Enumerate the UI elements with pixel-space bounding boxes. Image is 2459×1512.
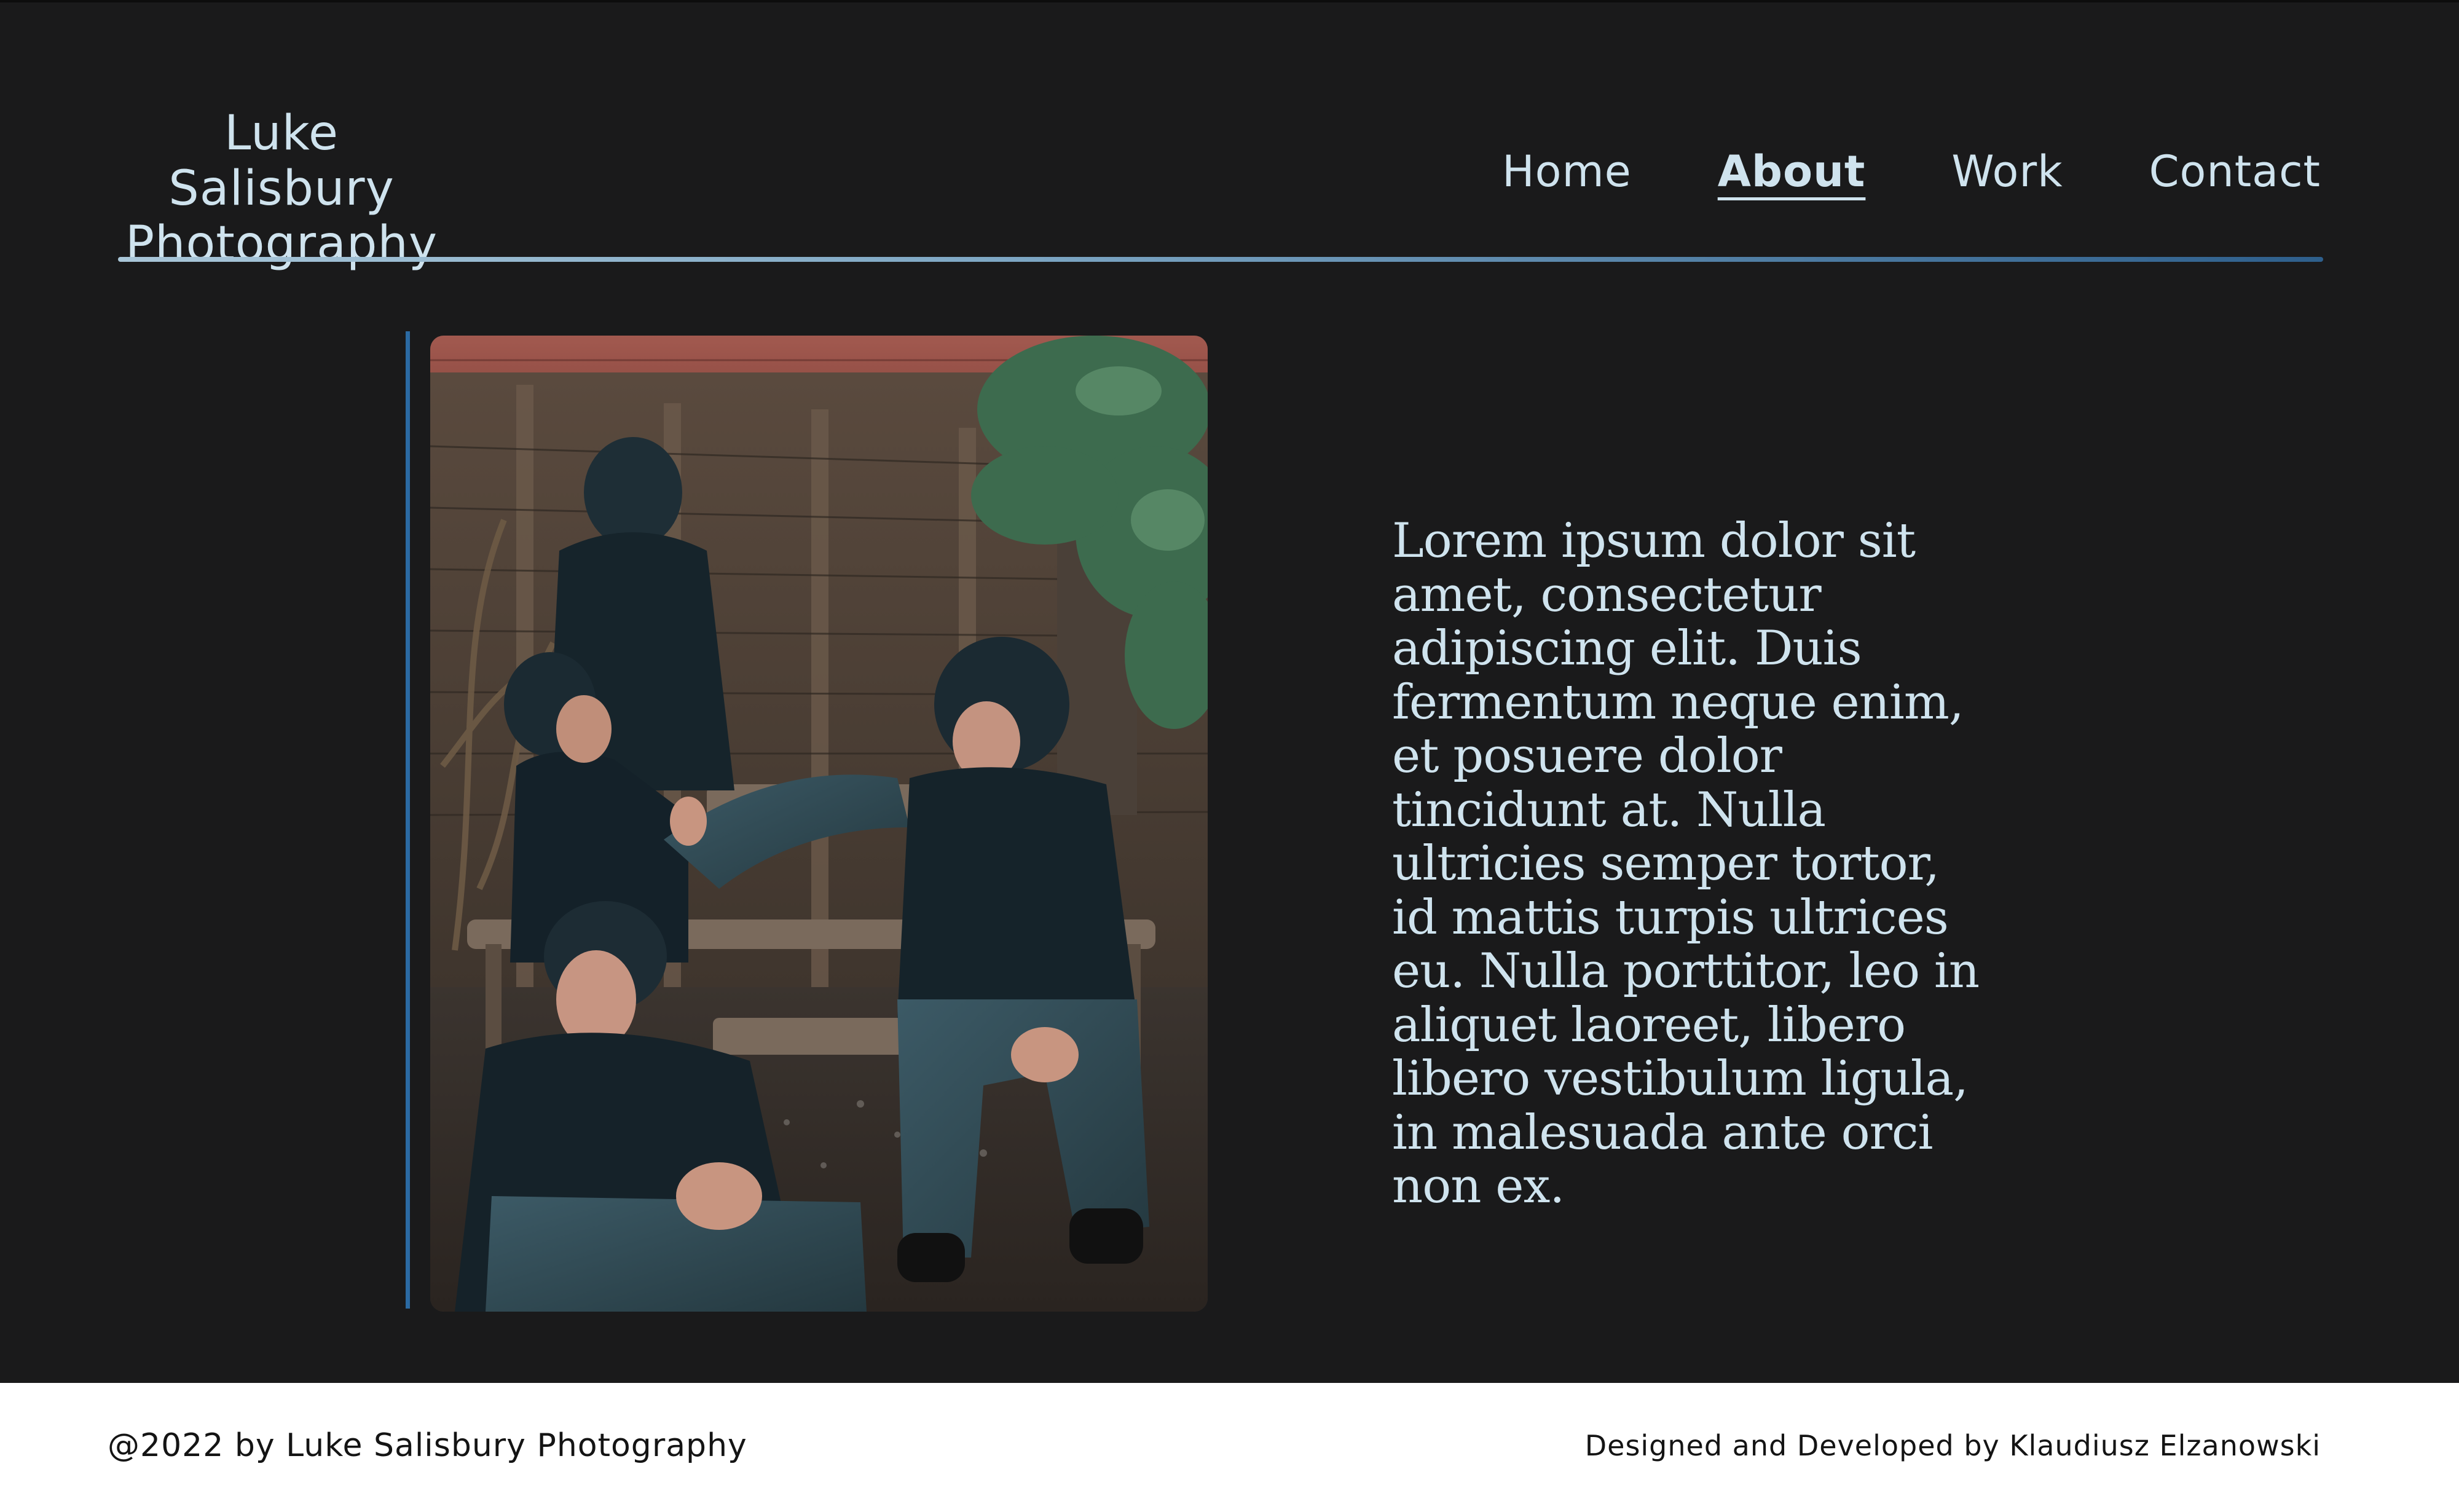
nav-home[interactable]: Home bbox=[1502, 144, 1632, 199]
about-photo bbox=[430, 336, 1208, 1312]
nav-contact[interactable]: Contact bbox=[2149, 144, 2321, 199]
footer-credit: Designed and Developed by Klaudiusz Elza… bbox=[1584, 1429, 2321, 1462]
brand-line-1: Luke Salisbury bbox=[168, 106, 395, 216]
about-bio-text: Lorem ipsum dolor sit amet, consectetur … bbox=[1392, 513, 1980, 1214]
footer: @2022 by Luke Salisbury Photography Desi… bbox=[0, 1383, 2459, 1512]
page: Luke Salisbury Photography Home About Wo… bbox=[0, 0, 2459, 1512]
nav-work[interactable]: Work bbox=[1951, 144, 2063, 199]
nav-about[interactable]: About bbox=[1718, 144, 1866, 199]
photo-accent-line bbox=[406, 331, 410, 1309]
main-nav: Home About Work Contact bbox=[1502, 141, 2321, 202]
photo-illustration bbox=[430, 336, 1208, 1312]
site-logo[interactable]: Luke Salisbury Photography bbox=[109, 106, 454, 272]
brand-line-2: Photography bbox=[125, 216, 438, 272]
main-section: Luke Salisbury Photography Home About Wo… bbox=[0, 0, 2459, 1383]
footer-copyright: @2022 by Luke Salisbury Photography bbox=[108, 1427, 747, 1464]
header-divider bbox=[118, 257, 2323, 262]
